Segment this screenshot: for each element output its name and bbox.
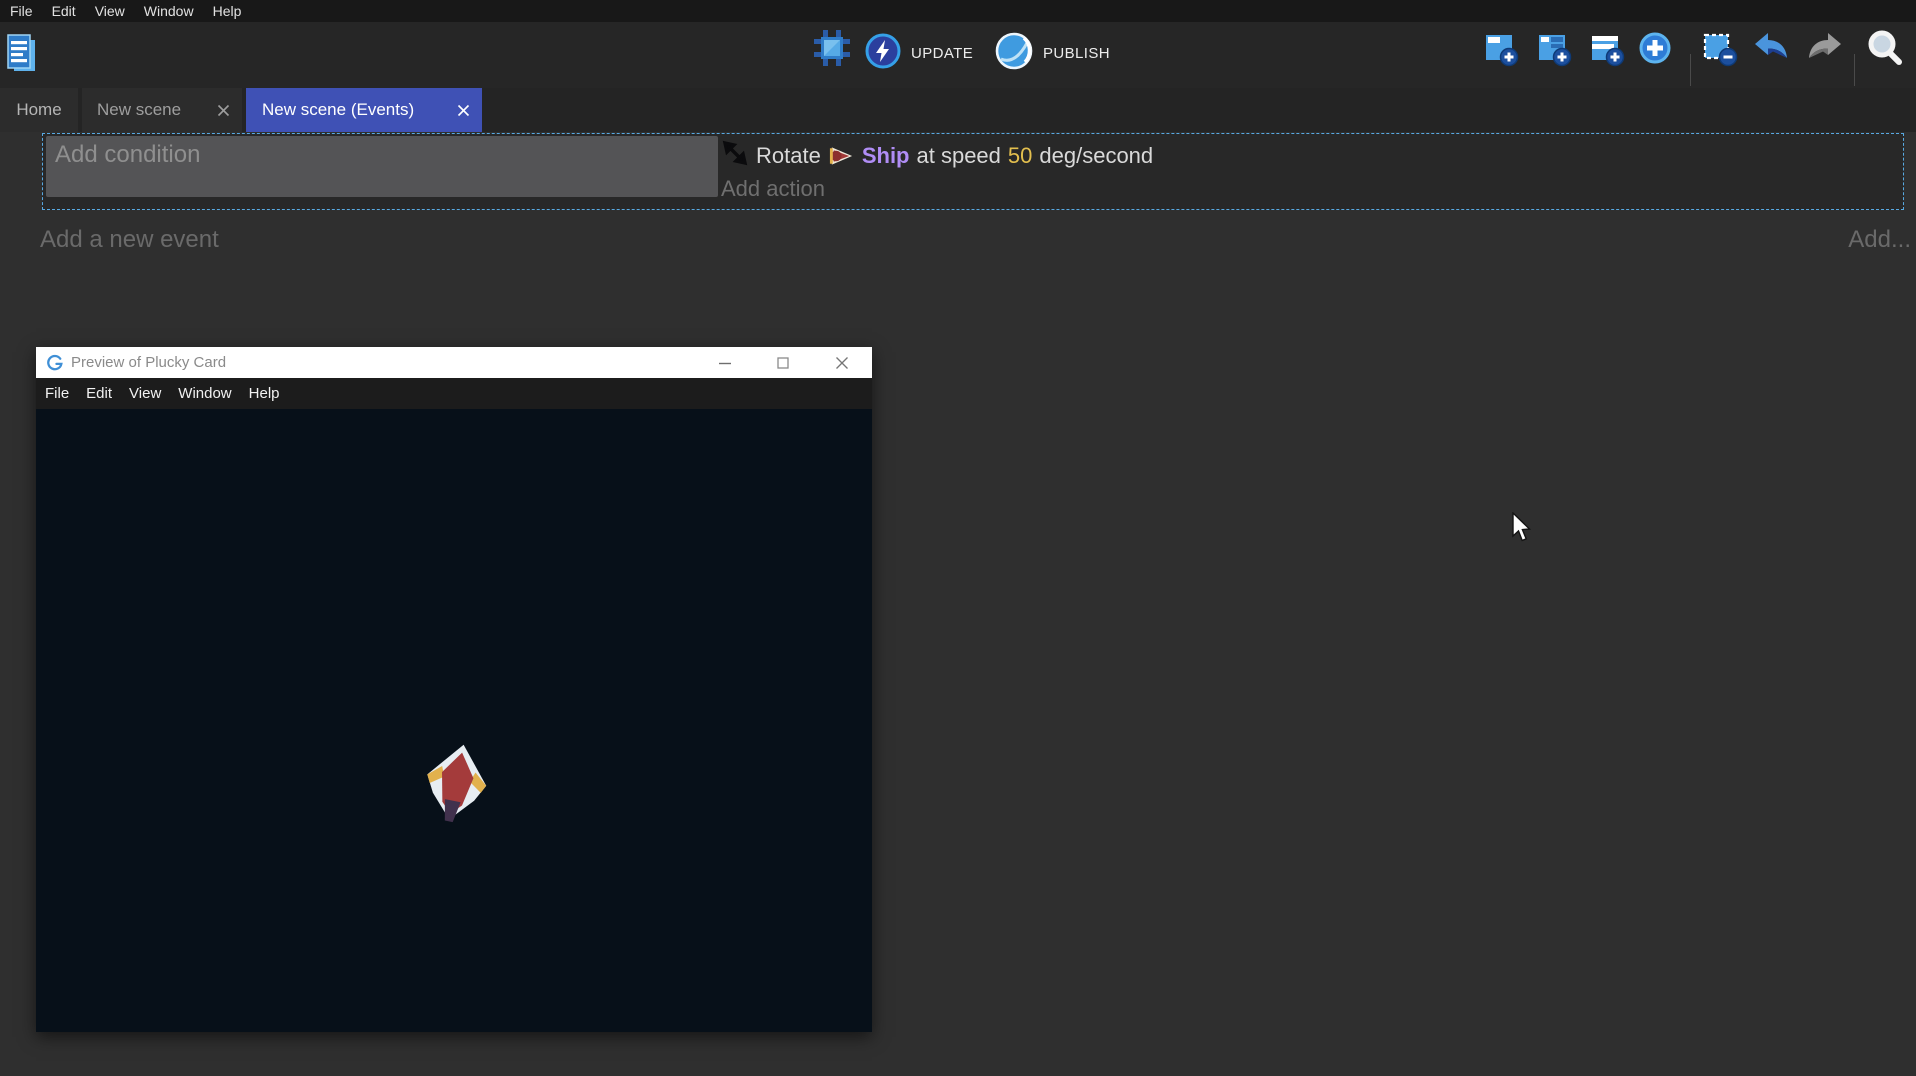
publish-globe-icon (994, 31, 1034, 76)
add-event-button[interactable] (1482, 29, 1520, 72)
app-window: File Edit View Window Help (0, 0, 1916, 1076)
add-comment-button[interactable] (1588, 29, 1626, 72)
action-text: at speed (917, 143, 1001, 169)
menu-edit[interactable]: Edit (52, 3, 76, 19)
add-comment-icon (1588, 54, 1626, 71)
tab-label: New scene (97, 100, 181, 120)
search-events-button[interactable] (1864, 28, 1906, 75)
close-tab-icon[interactable] (217, 104, 230, 117)
minimize-button[interactable] (705, 347, 745, 378)
preview-window-title: Preview of Plucky Card (71, 354, 226, 371)
conditions-area[interactable]: Add condition (46, 136, 718, 197)
preview-menu-window[interactable]: Window (178, 385, 231, 402)
preview-window: Preview of Plucky Card File Edit View Wi… (36, 347, 872, 1032)
selected-event-row[interactable]: Add condition Rotate (42, 133, 1904, 210)
redo-icon (1804, 53, 1844, 70)
delete-selected-button[interactable] (1700, 29, 1738, 72)
delete-selected-icon (1700, 54, 1738, 71)
preview-menu-bar: File Edit View Window Help (36, 378, 872, 409)
menu-window[interactable]: Window (144, 3, 194, 19)
main-toolbar: UPDATE PUBLISH (0, 22, 1916, 88)
rotate-action[interactable]: Rotate Ship at speed 50 deg/second (721, 139, 1153, 173)
undo-icon (1752, 53, 1792, 70)
tab-new-scene[interactable]: New scene (82, 88, 242, 132)
gdevelop-logo-icon (47, 354, 64, 371)
debug-chip-icon (812, 55, 852, 72)
tab-home[interactable]: Home (0, 88, 78, 132)
menu-help[interactable]: Help (213, 3, 242, 19)
project-manager-button[interactable] (6, 32, 38, 83)
preview-menu-file[interactable]: File (45, 385, 69, 402)
add-new-event-placeholder[interactable]: Add a new event (40, 226, 219, 254)
tab-bar: Home New scene New scene (Events) (0, 88, 1916, 132)
rotate-action-icon (721, 139, 749, 173)
close-button[interactable] (822, 347, 862, 378)
update-bolt-icon (864, 32, 902, 75)
publish-label: PUBLISH (1043, 45, 1110, 62)
ship-object-icon (828, 144, 855, 168)
game-canvas (36, 409, 872, 1032)
app-menu-bar: File Edit View Window Help (0, 0, 1916, 22)
ship-sprite (414, 740, 498, 833)
preview-menu-edit[interactable]: Edit (86, 385, 112, 402)
update-label: UPDATE (911, 45, 973, 62)
tab-label: New scene (Events) (262, 100, 414, 120)
mouse-cursor-icon (1510, 512, 1532, 549)
maximize-button[interactable] (763, 347, 803, 378)
preview-menu-view[interactable]: View (129, 385, 161, 402)
add-subevent-icon (1535, 54, 1573, 71)
add-event-menu-button[interactable]: Add... (1848, 226, 1911, 254)
preview-title-bar[interactable]: Preview of Plucky Card (36, 347, 872, 378)
action-verb: Rotate (756, 143, 821, 169)
add-event-icon (1482, 54, 1520, 71)
menu-view[interactable]: View (95, 3, 125, 19)
tab-new-scene-events[interactable]: New scene (Events) (246, 88, 482, 132)
update-button[interactable]: UPDATE (864, 32, 973, 75)
close-tab-icon[interactable] (457, 104, 470, 117)
undo-button[interactable] (1752, 30, 1792, 71)
action-unit: deg/second (1039, 143, 1153, 169)
toolbar-separator (1690, 54, 1691, 86)
preview-menu-help[interactable]: Help (249, 385, 280, 402)
tab-label: Home (16, 100, 61, 120)
debug-button[interactable] (812, 28, 852, 73)
add-other-event-icon (1636, 54, 1674, 71)
toolbar-separator (1854, 54, 1855, 86)
action-value: 50 (1008, 143, 1032, 169)
redo-button[interactable] (1804, 30, 1844, 71)
add-condition-placeholder[interactable]: Add condition (55, 141, 200, 169)
add-action-placeholder[interactable]: Add action (721, 176, 825, 202)
add-other-event-button[interactable] (1636, 29, 1674, 72)
add-subevent-button[interactable] (1535, 29, 1573, 72)
action-object-name: Ship (862, 143, 910, 169)
publish-button[interactable]: PUBLISH (994, 31, 1110, 76)
menu-file[interactable]: File (10, 3, 33, 19)
search-icon (1864, 57, 1906, 74)
project-manager-icon (6, 65, 38, 82)
